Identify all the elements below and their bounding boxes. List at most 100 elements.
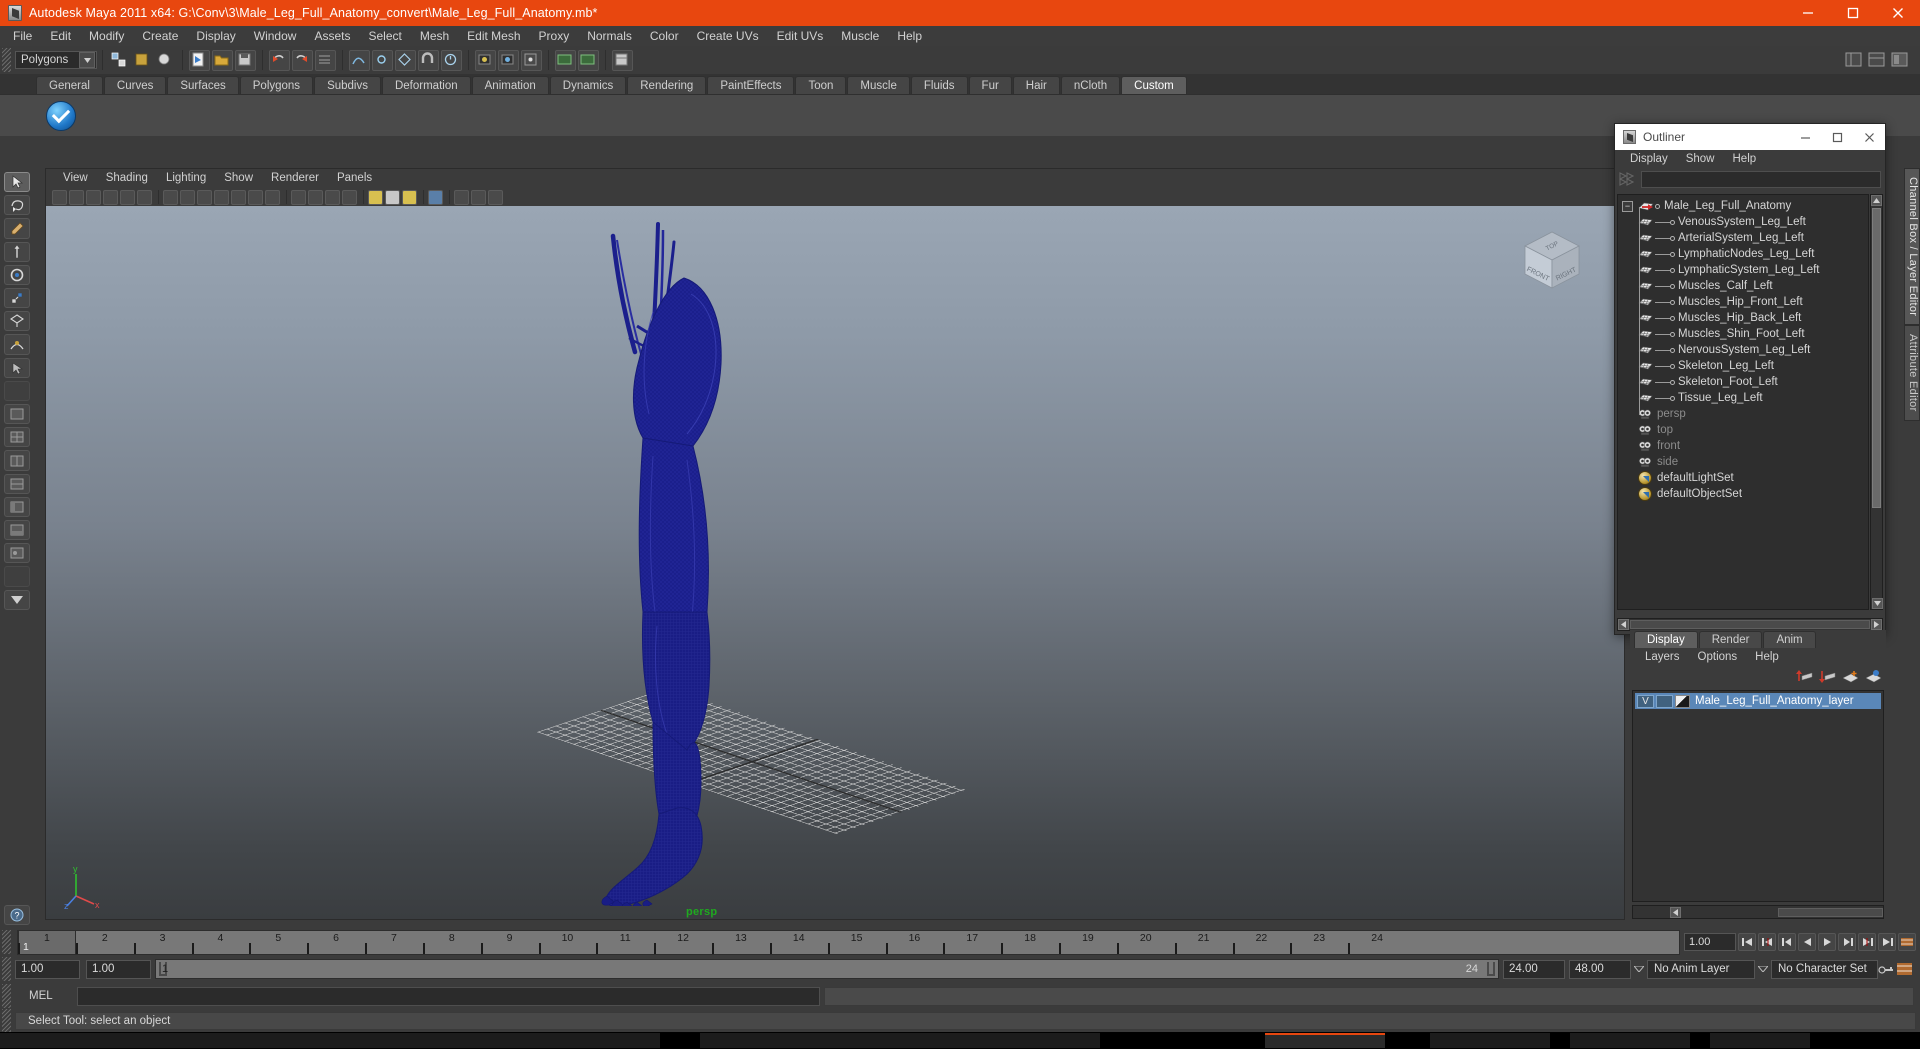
layer-menu-help[interactable]: Help bbox=[1746, 648, 1788, 666]
layout-hypershade-icon[interactable] bbox=[4, 543, 30, 564]
layer-tab-render[interactable]: Render bbox=[1698, 631, 1763, 648]
outliner-maximize-button[interactable] bbox=[1821, 124, 1853, 150]
redo-icon[interactable] bbox=[292, 49, 313, 71]
menu-item-assets[interactable]: Assets bbox=[305, 26, 359, 46]
magnet-icon[interactable] bbox=[418, 49, 439, 71]
animation-preferences-button[interactable] bbox=[1898, 933, 1916, 951]
menu-item-edit-mesh[interactable]: Edit Mesh bbox=[458, 26, 529, 46]
select-tool-icon[interactable] bbox=[4, 172, 30, 193]
gate-mask-icon[interactable] bbox=[214, 189, 229, 205]
viewcube[interactable]: TOP FRONT RIGHT bbox=[1515, 224, 1589, 298]
show-tool-settings-icon[interactable] bbox=[1890, 50, 1911, 71]
outliner-close-button[interactable] bbox=[1853, 124, 1885, 150]
paint-selection-tool-icon[interactable] bbox=[4, 218, 30, 239]
move-layer-up-icon[interactable] bbox=[1796, 669, 1813, 684]
outliner-menu-help[interactable]: Help bbox=[1724, 150, 1766, 168]
universal-manipulator-icon[interactable] bbox=[4, 311, 30, 332]
scale-tool-icon[interactable] bbox=[4, 288, 30, 309]
film-gate-icon[interactable] bbox=[180, 189, 195, 205]
menu-item-normals[interactable]: Normals bbox=[578, 26, 641, 46]
open-scene-icon[interactable] bbox=[212, 49, 233, 71]
shadows-toggle-icon[interactable] bbox=[428, 189, 443, 205]
layout-single-pane-icon[interactable] bbox=[4, 404, 30, 425]
playback-start-field[interactable]: 1.00 bbox=[86, 959, 151, 979]
layer-menu-layers[interactable]: Layers bbox=[1636, 648, 1689, 666]
outliner-minimize-button[interactable] bbox=[1789, 124, 1821, 150]
viewport-menu-show[interactable]: Show bbox=[215, 169, 262, 188]
grid-toggle-icon[interactable] bbox=[163, 189, 178, 205]
snap-curve-icon[interactable] bbox=[349, 49, 370, 71]
outliner-tree-list[interactable]: − Male_Leg_Full_Anatomy VenousSystem_Leg_L… bbox=[1617, 194, 1869, 610]
layer-list-horizontal-scrollbar[interactable] bbox=[1632, 905, 1884, 919]
range-slider-grip[interactable] bbox=[2, 957, 11, 981]
use-selected-lights-icon[interactable] bbox=[402, 189, 417, 205]
show-attribute-editor-icon[interactable] bbox=[1867, 50, 1888, 71]
show-hide-anim-editor-icon[interactable] bbox=[555, 49, 576, 71]
menu-item-help[interactable]: Help bbox=[888, 26, 931, 46]
show-hide-graph-editor-icon[interactable] bbox=[578, 49, 599, 71]
use-default-lighting-icon[interactable] bbox=[368, 189, 383, 205]
minimize-button[interactable] bbox=[1785, 0, 1830, 26]
playback-end-field[interactable]: 24.00 bbox=[1503, 959, 1565, 979]
outliner-item-arterialsystem-leg-left[interactable]: ArterialSystem_Leg_Left bbox=[1618, 230, 1868, 246]
menu-item-create[interactable]: Create bbox=[133, 26, 187, 46]
outliner-item-tissue-leg-left[interactable]: Tissue_Leg_Left bbox=[1618, 390, 1868, 406]
outliner-hscroll-thumb[interactable] bbox=[1630, 620, 1870, 629]
outliner-vertical-scrollbar[interactable] bbox=[1870, 194, 1883, 610]
snap-point-icon[interactable] bbox=[372, 49, 393, 71]
viewport-menu-panels[interactable]: Panels bbox=[328, 169, 381, 188]
outliner-item-lymphaticsystem-leg-left[interactable]: LymphaticSystem_Leg_Left bbox=[1618, 262, 1868, 278]
layer-visibility-toggle[interactable]: V bbox=[1637, 694, 1654, 708]
shelf-tab-ncloth[interactable]: nCloth bbox=[1060, 76, 1121, 94]
outliner-item-male-leg-full-anatomy[interactable]: − Male_Leg_Full_Anatomy bbox=[1618, 198, 1868, 214]
menu-item-edit-uvs[interactable]: Edit UVs bbox=[768, 26, 833, 46]
safe-title-icon[interactable] bbox=[265, 189, 280, 205]
menu-item-proxy[interactable]: Proxy bbox=[530, 26, 579, 46]
time-slider-grip[interactable] bbox=[2, 930, 11, 954]
shelf-tab-muscle[interactable]: Muscle bbox=[847, 76, 910, 94]
time-slider[interactable]: 1 1 2 3 4 5 6 7 8 9 10 11 12 13 14 15 16 17 18 19 20 21 22 23 2… bbox=[17, 929, 1680, 955]
shelf-tab-fur[interactable]: Fur bbox=[968, 76, 1012, 94]
menu-item-window[interactable]: Window bbox=[245, 26, 306, 46]
xray-toggle-icon[interactable] bbox=[454, 189, 469, 205]
save-scene-icon[interactable] bbox=[235, 49, 256, 71]
new-scene-icon[interactable] bbox=[189, 49, 210, 71]
wireframe-on-shaded-icon[interactable] bbox=[342, 189, 357, 205]
toolbox-more-layouts-icon[interactable] bbox=[4, 589, 30, 610]
shelf-tab-toon[interactable]: Toon bbox=[795, 76, 847, 94]
step-back-frame-button[interactable] bbox=[1778, 933, 1796, 951]
command-line-grip[interactable] bbox=[2, 984, 11, 1008]
viewport-menu-shading[interactable]: Shading bbox=[97, 169, 157, 188]
statusline-grip[interactable] bbox=[2, 48, 11, 72]
use-all-lights-icon[interactable] bbox=[385, 189, 400, 205]
safe-action-icon[interactable] bbox=[248, 189, 263, 205]
layer-scroll-left-button[interactable] bbox=[1670, 906, 1681, 918]
bookmark-icon[interactable] bbox=[103, 189, 118, 205]
range-start-field[interactable]: 1.00 bbox=[15, 959, 80, 979]
viewport-3d-canvas[interactable]: persp y x z TOP FRONT RIGHT bbox=[46, 206, 1624, 919]
mel-output-field[interactable] bbox=[824, 986, 1914, 1006]
side-tab-attribute-editor[interactable]: Attribute Editor bbox=[1904, 325, 1920, 421]
outliner-item-skeleton-foot-left[interactable]: Skeleton_Foot_Left bbox=[1618, 374, 1868, 390]
smooth-shade-all-icon[interactable] bbox=[308, 189, 323, 205]
menu-item-mesh[interactable]: Mesh bbox=[411, 26, 458, 46]
two-d-pan-zoom-icon[interactable] bbox=[137, 189, 152, 205]
outliner-item-muscles-hip-front-left[interactable]: Muscles_Hip_Front_Left bbox=[1618, 294, 1868, 310]
shelf-tab-deformation[interactable]: Deformation bbox=[381, 76, 471, 94]
show-channel-box-icon[interactable] bbox=[1844, 50, 1865, 71]
outliner-item-front[interactable]: front bbox=[1618, 438, 1868, 454]
shelf-tab-curves[interactable]: Curves bbox=[103, 76, 167, 94]
undo-icon[interactable] bbox=[269, 49, 290, 71]
select-by-component-icon[interactable] bbox=[155, 50, 176, 71]
outliner-item-side[interactable]: side bbox=[1618, 454, 1868, 470]
outliner-menu-display[interactable]: Display bbox=[1621, 150, 1677, 168]
render-settings-icon[interactable] bbox=[521, 49, 542, 71]
image-plane-icon[interactable] bbox=[120, 189, 135, 205]
shelf-tab-rendering[interactable]: Rendering bbox=[627, 76, 707, 94]
outliner-nav-arrows-icon[interactable] bbox=[1619, 171, 1637, 187]
outliner-item-lymphaticnodes-leg-left[interactable]: LymphaticNodes_Leg_Left bbox=[1618, 246, 1868, 262]
display-layer-list[interactable]: V Male_Leg_Full_Anatomy_layer bbox=[1632, 690, 1884, 902]
viewport-menu-view[interactable]: View bbox=[54, 169, 97, 188]
layer-tab-anim[interactable]: Anim bbox=[1763, 631, 1816, 648]
outliner-menu-show[interactable]: Show bbox=[1677, 150, 1724, 168]
